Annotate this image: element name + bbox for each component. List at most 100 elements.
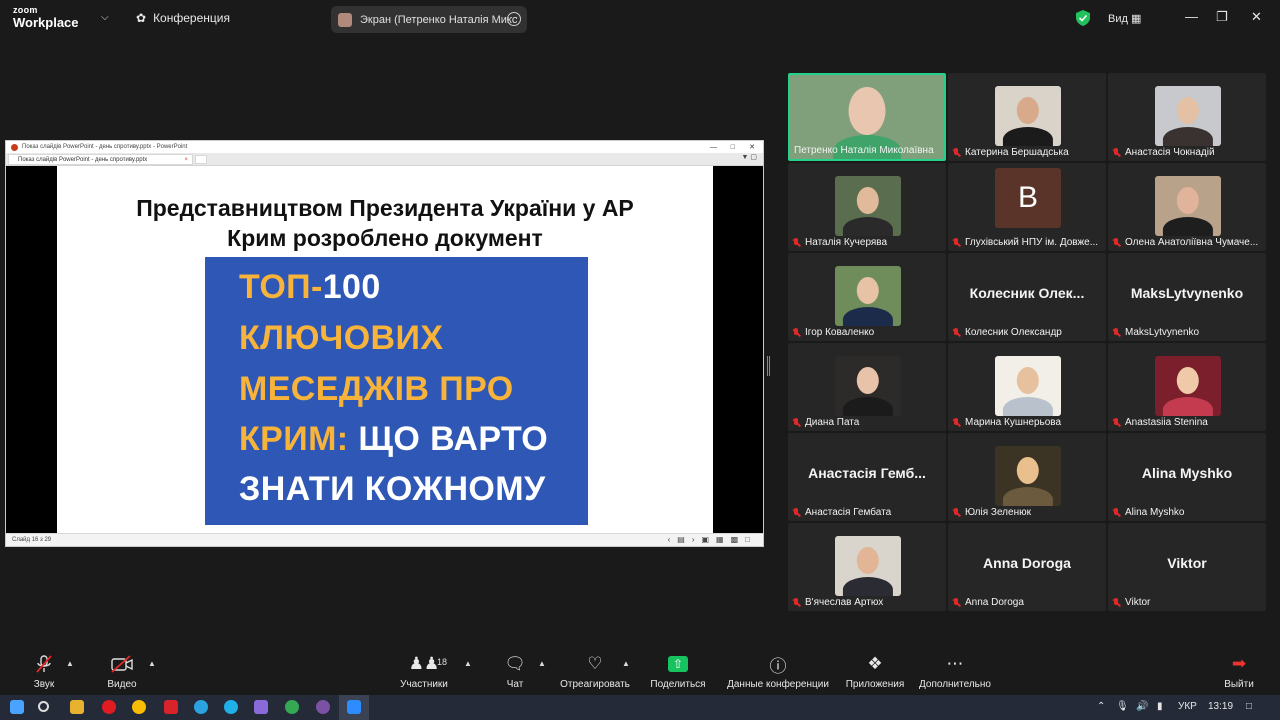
opera-icon[interactable] [102, 700, 116, 714]
file-explorer-icon[interactable] [70, 700, 84, 714]
chrome-profile-icon[interactable] [285, 700, 299, 714]
participant-tile[interactable]: Viktor Viktor [1108, 523, 1266, 611]
leave-icon: ➡ [1231, 654, 1247, 673]
participant-tile[interactable]: Наталія Кучерява [788, 163, 946, 251]
top-bar: zoom Workplace ⌵ ✿ Конференция Экран (Пе… [0, 0, 1280, 38]
participant-tile[interactable]: Анастасія Гемб... Анастасія Гембата [788, 433, 946, 521]
participant-tile[interactable]: Колесник Олек... Колесник Олександр [948, 253, 1106, 341]
splitter-handle[interactable] [767, 356, 770, 376]
chevron-up-icon[interactable]: ▲ [538, 659, 546, 668]
edge-icon[interactable] [224, 700, 238, 714]
participant-name: Катерина Бершадська [952, 147, 1069, 158]
chevron-up-icon[interactable]: ⌃ [1097, 701, 1105, 712]
participant-name: Олена Анатоліївна Чумаче... [1112, 237, 1258, 248]
participant-name: Наталія Кучерява [792, 237, 887, 248]
participant-tile[interactable]: Анастасія Чокнадій [1108, 73, 1266, 161]
participant-name-text: Глухівський НПУ ім. Довже... [965, 237, 1099, 248]
participant-name: Анастасія Чокнадій [1112, 147, 1215, 158]
participant-tile[interactable]: Alina Myshko Alina Myshko [1108, 433, 1266, 521]
participant-tile[interactable]: Петренко Наталія Миколаївна [788, 73, 946, 161]
participant-tile[interactable]: В'ячеслав Артюх [788, 523, 946, 611]
participant-video [995, 86, 1061, 146]
participant-tile[interactable]: Диана Пата [788, 343, 946, 431]
participant-video-body [1162, 126, 1214, 146]
participant-name-text: Анастасія Гембата [805, 507, 892, 518]
view-button[interactable]: Вид ▦ [1108, 12, 1141, 25]
participant-name-text: Марина Кушнерьова [965, 417, 1062, 428]
participant-video-body [1002, 486, 1054, 506]
chevron-up-icon[interactable]: ▲ [66, 659, 74, 668]
close-icon[interactable]: ✕ [1251, 9, 1262, 25]
participant-name-text: Ігор Коваленко [805, 327, 875, 338]
participant-video-head [856, 366, 880, 395]
participant-tile[interactable]: Катерина Бершадська [948, 73, 1106, 161]
powerpoint-statusbar: Слайд 16 з 29 ‹▤›▣▦▩□ [6, 533, 763, 546]
participant-video-body [1002, 126, 1054, 146]
acrobat-icon[interactable] [164, 700, 178, 714]
slideshow-controls-icon: ‹▤›▣▦▩□ [667, 535, 757, 544]
meeting-info-button[interactable]: ✿ Конференция [136, 11, 230, 25]
participant-tile[interactable]: Anna Doroga Anna Doroga [948, 523, 1106, 611]
apps-button[interactable]: ❖ Приложения [843, 653, 907, 690]
participant-video-head [1176, 366, 1200, 395]
meeting-label: Конференция [153, 11, 230, 25]
chevron-up-icon[interactable]: ▲ [148, 659, 156, 668]
participant-tile[interactable]: Ігор Коваленко [788, 253, 946, 341]
telegram-icon[interactable] [194, 700, 208, 714]
photos-icon[interactable] [254, 700, 268, 714]
participant-tile[interactable]: Anastasiia Stenina [1108, 343, 1266, 431]
window-title: Показ слайдів PowerPoint - день спротиву… [22, 144, 188, 150]
participant-video-body [1002, 396, 1054, 416]
participant-video-body [1162, 216, 1214, 236]
participant-video [995, 446, 1061, 506]
mic-icon[interactable]: 🎙 [1116, 701, 1129, 712]
presentation-tab: Показ слайдів PowerPoint - день спротиву… [8, 154, 193, 165]
notifications-icon[interactable]: □ [1246, 701, 1252, 712]
participant-tile[interactable]: Марина Кушнерьова [948, 343, 1106, 431]
video-off-icon [100, 653, 144, 675]
chevron-up-icon[interactable]: ▲ [622, 659, 630, 668]
info-icon: ⓘ [769, 656, 787, 676]
powerpoint-titlebar: Показ слайдів PowerPoint - день спротиву… [6, 141, 763, 153]
participant-tile[interactable]: B Глухівський НПУ ім. Довже... [948, 163, 1106, 251]
participant-display-name: MaksLytvynenko [1130, 285, 1244, 301]
participant-name-text: Alina Myshko [1125, 507, 1185, 518]
avatar: B [995, 168, 1061, 228]
volume-icon[interactable]: 🔊 [1136, 701, 1148, 712]
chevron-up-icon[interactable]: ▲ [464, 659, 472, 668]
slide-counter: Слайд 16 з 29 [12, 537, 52, 543]
participant-video [835, 356, 901, 416]
screen-share-indicator[interactable]: Экран (Петренко Наталія Микс ··· [331, 6, 527, 33]
chevron-down-icon[interactable]: ⌵ [101, 12, 109, 23]
audio-button[interactable]: Звук [22, 653, 66, 690]
more-icon: ⋯ [946, 654, 964, 673]
more-button[interactable]: ⋯ Дополнительно [916, 653, 994, 690]
mic-muted-icon [1112, 417, 1121, 428]
leave-button[interactable]: ➡ Выйти [1220, 653, 1258, 690]
more-options-icon[interactable]: ··· [507, 12, 521, 26]
mic-muted-icon [792, 597, 801, 608]
participant-name: Anna Doroga [952, 597, 1024, 608]
participant-tile[interactable]: Олена Анатоліївна Чумаче... [1108, 163, 1266, 251]
battery-icon[interactable]: ▮ [1157, 701, 1163, 712]
shield-icon[interactable] [1076, 10, 1090, 26]
search-icon[interactable] [38, 701, 49, 712]
windows-start-icon[interactable] [10, 700, 24, 714]
viber-icon[interactable] [316, 700, 330, 714]
meeting-info-toolbar-button[interactable]: ⓘ Данные конференции [724, 653, 832, 691]
participant-video-head [1176, 186, 1200, 215]
participant-name: Ігор Коваленко [792, 327, 874, 338]
language-indicator[interactable]: УКР [1178, 701, 1197, 712]
video-button[interactable]: Видео [100, 653, 144, 690]
participant-tile[interactable]: MaksLytvynenko MaksLytvynenko [1108, 253, 1266, 341]
participant-video-body [842, 396, 894, 416]
participant-name: Viktor [1112, 597, 1150, 608]
clock[interactable]: 13:19 [1208, 701, 1233, 712]
zoom-icon[interactable] [347, 700, 361, 714]
share-button[interactable]: ⇧ Поделиться [647, 653, 709, 690]
participant-tile[interactable]: Юлія Зеленюк [948, 433, 1106, 521]
chat-button[interactable]: 🗨 Чат [498, 653, 532, 690]
restore-icon[interactable]: ❐ [1216, 9, 1228, 25]
chrome-icon[interactable] [132, 700, 146, 714]
minimize-icon[interactable]: — [1185, 9, 1198, 24]
